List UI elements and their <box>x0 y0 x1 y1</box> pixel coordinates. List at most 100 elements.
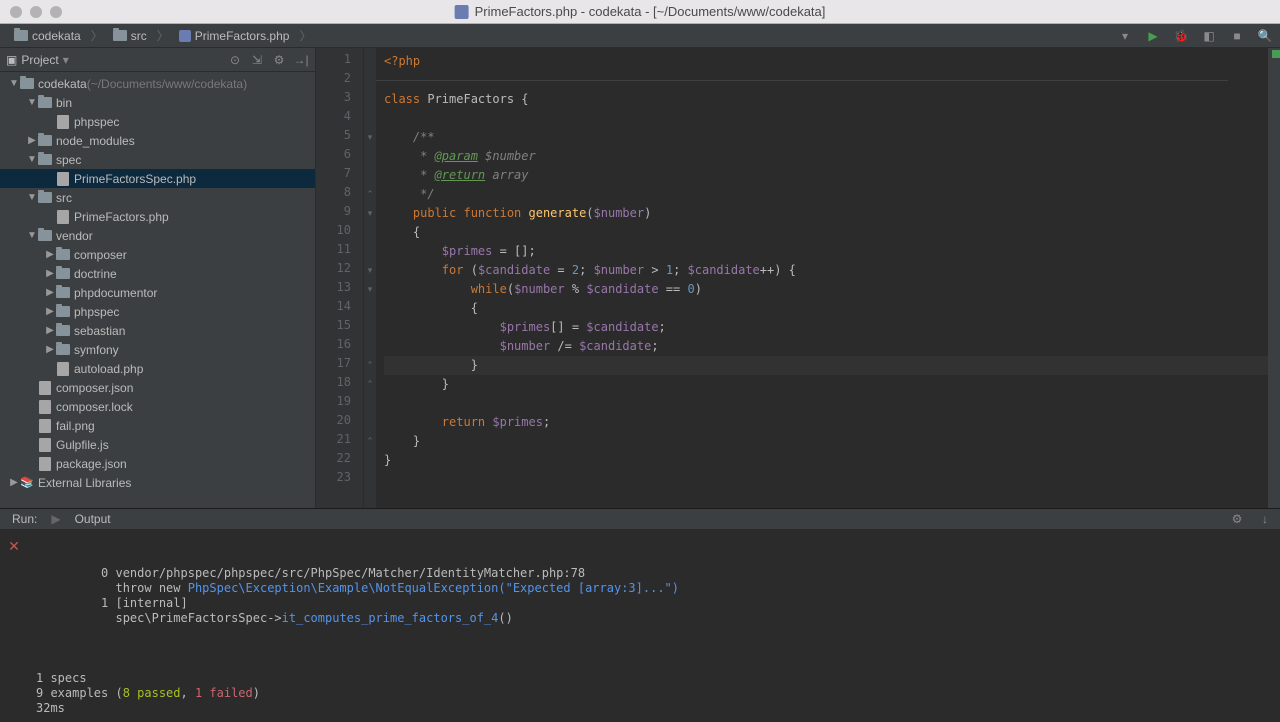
fold-marker[interactable]: ⌃ <box>364 375 376 394</box>
code-line[interactable]: * @return array <box>384 166 1268 185</box>
code-line[interactable]: $primes = []; <box>384 242 1268 261</box>
chevron-icon[interactable]: ▶ <box>44 287 56 298</box>
code-line[interactable] <box>384 394 1268 413</box>
line-number[interactable]: 3 <box>316 90 363 109</box>
chevron-icon[interactable]: ▶ <box>26 135 38 146</box>
code-line[interactable]: } <box>384 375 1268 394</box>
hide-panel-icon[interactable]: →| <box>293 52 309 68</box>
tree-item-External Libraries[interactable]: ▶📚External Libraries <box>0 473 315 492</box>
line-number[interactable]: 9 <box>316 204 363 223</box>
line-number[interactable]: 20 <box>316 413 363 432</box>
line-number[interactable]: 23 <box>316 470 363 489</box>
run-tab[interactable]: Run: <box>6 510 43 528</box>
line-number[interactable]: 16 <box>316 337 363 356</box>
tree-item-node_modules[interactable]: ▶node_modules <box>0 131 315 150</box>
line-number[interactable]: 8 <box>316 185 363 204</box>
close-window-button[interactable] <box>10 6 22 18</box>
run-settings-icon[interactable]: ⚙ <box>1228 510 1246 528</box>
fold-marker[interactable]: ▾ <box>364 261 376 280</box>
stop-button[interactable]: ■ <box>1228 27 1246 45</box>
debug-button[interactable]: 🐞 <box>1172 27 1190 45</box>
code-line[interactable]: class PrimeFactors { <box>384 90 1268 109</box>
line-number[interactable]: 5 <box>316 128 363 147</box>
code-line[interactable]: { <box>384 223 1268 242</box>
settings-gear-icon[interactable]: ⚙ <box>271 52 287 68</box>
line-number[interactable]: 6 <box>316 147 363 166</box>
editor-scrollbar[interactable] <box>1268 48 1280 508</box>
editor[interactable]: 1234567891011121314151617181920212223 ▾⌃… <box>316 48 1280 508</box>
tree-item-vendor[interactable]: ▼vendor <box>0 226 315 245</box>
line-number[interactable]: 12 <box>316 261 363 280</box>
code-line[interactable]: */ <box>384 185 1268 204</box>
line-number[interactable]: 1 <box>316 52 363 71</box>
chevron-icon[interactable]: ▼ <box>26 192 38 203</box>
code-line[interactable]: } <box>384 451 1268 470</box>
line-number[interactable]: 7 <box>316 166 363 185</box>
tree-item-phpdocumentor[interactable]: ▶phpdocumentor <box>0 283 315 302</box>
fold-marker[interactable]: ⌃ <box>364 356 376 375</box>
run-button[interactable]: ▶ <box>1144 27 1162 45</box>
project-view-title[interactable]: Project <box>21 53 58 67</box>
chevron-icon[interactable]: ▶ <box>44 268 56 279</box>
fold-marker[interactable]: ▾ <box>364 128 376 147</box>
code-line[interactable]: { <box>384 299 1268 318</box>
tree-item-PrimeFactorsSpec.php[interactable]: PrimeFactorsSpec.php <box>0 169 315 188</box>
line-number[interactable]: 2 <box>316 71 363 90</box>
tree-item-codekata[interactable]: ▼codekata (~/Documents/www/codekata) <box>0 74 315 93</box>
run-config-dropdown[interactable]: ▾ <box>1116 27 1134 45</box>
code-line[interactable]: return $primes; <box>384 413 1268 432</box>
tree-item-package.json[interactable]: package.json <box>0 454 315 473</box>
fold-marker[interactable]: ⌃ <box>364 185 376 204</box>
tree-item-phpspec[interactable]: phpspec <box>0 112 315 131</box>
line-number[interactable]: 19 <box>316 394 363 413</box>
code-line[interactable]: } <box>384 432 1268 451</box>
line-number[interactable]: 17 <box>316 356 363 375</box>
search-button[interactable]: 🔍 <box>1256 27 1274 45</box>
chevron-icon[interactable]: ▼ <box>8 78 20 89</box>
chevron-icon[interactable]: ▼ <box>26 154 38 165</box>
line-number[interactable]: 13 <box>316 280 363 299</box>
code-line[interactable]: /** <box>384 128 1268 147</box>
output-tab[interactable]: Output <box>69 510 117 528</box>
fold-marker[interactable]: ▾ <box>364 280 376 299</box>
tree-item-composer.lock[interactable]: composer.lock <box>0 397 315 416</box>
fold-marker[interactable]: ▾ <box>364 204 376 223</box>
tree-item-composer[interactable]: ▶composer <box>0 245 315 264</box>
tree-item-symfony[interactable]: ▶symfony <box>0 340 315 359</box>
line-number[interactable]: 14 <box>316 299 363 318</box>
tree-item-composer.json[interactable]: composer.json <box>0 378 315 397</box>
breadcrumb-src[interactable]: src <box>105 27 155 45</box>
project-view-dropdown[interactable]: ▾ <box>63 53 69 67</box>
coverage-button[interactable]: ◧ <box>1200 27 1218 45</box>
code-line[interactable] <box>384 470 1268 489</box>
code-line[interactable] <box>384 109 1268 128</box>
tree-item-fail.png[interactable]: fail.png <box>0 416 315 435</box>
line-number[interactable]: 18 <box>316 375 363 394</box>
tree-item-PrimeFactors.php[interactable]: PrimeFactors.php <box>0 207 315 226</box>
run-hide-icon[interactable]: ↓ <box>1256 510 1274 528</box>
chevron-icon[interactable]: ▶ <box>44 306 56 317</box>
tree-item-spec[interactable]: ▼spec <box>0 150 315 169</box>
close-run-button[interactable]: ✕ <box>8 538 20 555</box>
code-line[interactable]: public function generate($number) <box>384 204 1268 223</box>
chevron-icon[interactable]: ▶ <box>44 249 56 260</box>
tree-item-phpspec[interactable]: ▶phpspec <box>0 302 315 321</box>
code-line[interactable]: * @param $number <box>384 147 1268 166</box>
line-number[interactable]: 11 <box>316 242 363 261</box>
chevron-icon[interactable]: ▶ <box>44 325 56 336</box>
line-number[interactable]: 15 <box>316 318 363 337</box>
run-output[interactable]: 0 vendor/phpspec/phpspec/src/PhpSpec/Mat… <box>28 530 1280 722</box>
line-number[interactable]: 21 <box>316 432 363 451</box>
chevron-icon[interactable]: ▶ <box>44 344 56 355</box>
code-line[interactable]: } <box>384 356 1268 375</box>
chevron-icon[interactable]: ▼ <box>26 230 38 241</box>
code-line[interactable]: for ($candidate = 2; $number > 1; $candi… <box>384 261 1268 280</box>
tree-item-bin[interactable]: ▼bin <box>0 93 315 112</box>
breadcrumb-codekata[interactable]: codekata <box>6 27 89 45</box>
collapse-all-icon[interactable]: ⇲ <box>249 52 265 68</box>
breadcrumb-PrimeFactors.php[interactable]: PrimeFactors.php <box>171 27 298 45</box>
chevron-icon[interactable]: ▼ <box>26 97 38 108</box>
code-line[interactable]: while($number % $candidate == 0) <box>384 280 1268 299</box>
minimize-window-button[interactable] <box>30 6 42 18</box>
scroll-to-source-icon[interactable]: ⊙ <box>227 52 243 68</box>
